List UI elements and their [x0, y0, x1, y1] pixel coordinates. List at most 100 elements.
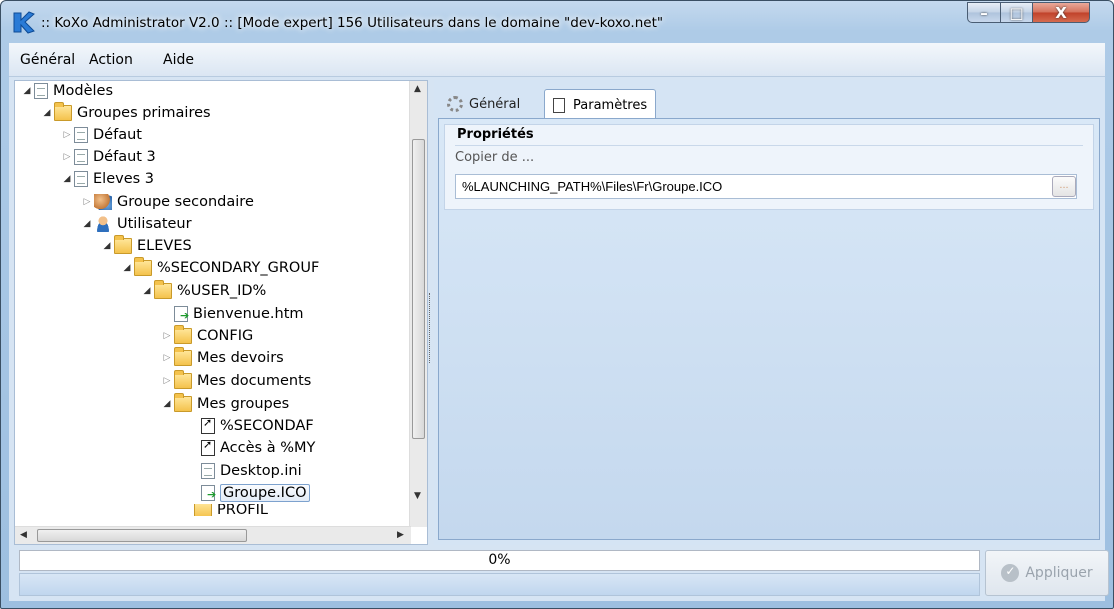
collapse-icon[interactable]: ◢: [41, 108, 53, 118]
tree-node[interactable]: ▷ Mes documents: [161, 370, 311, 392]
tree-node[interactable]: ◢ %SECONDARY_GROUF: [121, 257, 319, 279]
tree-node-selected[interactable]: Groupe.ICO: [201, 482, 310, 504]
menu-aide[interactable]: Aide: [163, 52, 194, 68]
minimize-button[interactable]: –: [967, 2, 1001, 23]
browse-button[interactable]: ...: [1052, 176, 1076, 197]
collapse-icon[interactable]: ◢: [141, 286, 153, 296]
tree-node-label: Mes documents: [197, 373, 312, 389]
folder-icon: [174, 325, 192, 344]
tab-general[interactable]: Général: [439, 90, 528, 118]
tree-node-label: Modèles: [53, 83, 114, 99]
tree-node[interactable]: ▷ Mes devoirs: [161, 347, 284, 369]
check-icon: [1001, 564, 1020, 582]
expand-icon[interactable]: ▷: [61, 130, 73, 140]
tree-node[interactable]: ◢ Mes groupes: [161, 393, 289, 415]
tree-node[interactable]: ◢ Modèles: [21, 81, 114, 102]
collapse-icon[interactable]: ◢: [61, 174, 73, 184]
tree-node[interactable]: Bienvenue.htm: [174, 303, 304, 325]
folder-icon: [54, 102, 72, 121]
collapse-icon[interactable]: ◢: [21, 86, 33, 96]
apply-button-label: Appliquer: [1025, 565, 1093, 581]
menu-action-label: Action: [89, 52, 133, 68]
gear-icon: [447, 96, 463, 112]
tree-node[interactable]: ◢ ELEVES: [101, 235, 192, 257]
apply-button[interactable]: Appliquer: [985, 550, 1109, 596]
expand-icon[interactable]: ▷: [161, 353, 173, 363]
tree-node-label: Groupes primaires: [77, 105, 211, 121]
menu-bar: Général Action Aide: [9, 43, 1105, 77]
close-button[interactable]: X: [1032, 2, 1090, 23]
tree-node[interactable]: ▷ CONFIG: [161, 325, 253, 347]
tree-horizontal-scrollbar[interactable]: ◀ ▶: [15, 526, 411, 544]
maximize-button[interactable]: □: [1000, 2, 1033, 23]
tree-node[interactable]: ◢ Eleves 3: [61, 168, 154, 190]
scroll-up-icon[interactable]: ▲: [414, 84, 421, 94]
group-icon: [94, 194, 112, 210]
tree-node[interactable]: ◢ Groupes primaires: [41, 102, 211, 124]
document-icon: [74, 149, 88, 165]
collapse-icon[interactable]: ◢: [121, 263, 133, 273]
progress-bar: 0%: [19, 550, 980, 571]
tree-node[interactable]: ▷ Défaut: [61, 124, 142, 146]
folder-icon: [174, 370, 192, 389]
tree-node[interactable]: Accès à %MY: [201, 437, 315, 459]
template-tree[interactable]: ◢ Modèles ◢ Groupes primaires ▷ Défaut ▷ Déf…: [14, 80, 428, 545]
tree-node-label: Groupe.ICO: [220, 484, 310, 502]
shortcut-icon: [201, 416, 215, 434]
scroll-right-icon[interactable]: ▶: [397, 530, 404, 540]
menu-aide-label: Aide: [163, 52, 194, 68]
tree-vertical-scroll-thumb[interactable]: [412, 139, 425, 439]
tree-vertical-scrollbar[interactable]: ▲ ▼: [409, 81, 427, 527]
expand-icon[interactable]: ▷: [161, 376, 173, 386]
collapse-icon[interactable]: ◢: [161, 399, 173, 409]
close-icon: X: [1055, 3, 1067, 22]
menu-general[interactable]: Général: [20, 52, 75, 68]
source-path-value: %LAUNCHING_PATH%\Files\Fr\Groupe.ICO: [462, 179, 723, 194]
tree-node-label: ELEVES: [137, 238, 192, 254]
expand-icon[interactable]: ▷: [61, 152, 73, 162]
tree-horizontal-scroll-thumb[interactable]: [37, 529, 247, 542]
tree-node-label: PROFIL: [217, 504, 268, 516]
tab-parametres-label: Paramètres: [573, 97, 648, 113]
app-window: :: KoXo Administrator V2.0 :: [Mode expe…: [0, 0, 1114, 609]
tree-node[interactable]: PROFIL: [181, 504, 268, 516]
tree-node-label: Accès à %MY: [220, 440, 316, 456]
tree-node-label: %SECONDARY_GROUF: [157, 260, 320, 276]
progress-text: 0%: [488, 552, 511, 568]
ini-file-icon: [201, 463, 215, 479]
source-path-field[interactable]: %LAUNCHING_PATH%\Files\Fr\Groupe.ICO ...: [455, 174, 1077, 199]
tree-node[interactable]: ▷ Groupe secondaire: [81, 191, 254, 213]
expand-icon[interactable]: ▷: [161, 331, 173, 341]
panel-splitter[interactable]: [429, 293, 432, 363]
page-icon: [553, 97, 565, 113]
scroll-left-icon[interactable]: ◀: [20, 530, 27, 540]
folder-icon: [174, 347, 192, 366]
folder-icon: [114, 235, 132, 254]
tree-node[interactable]: ◢ Utilisateur: [81, 213, 192, 235]
window-title: :: KoXo Administrator V2.0 :: [Mode expe…: [41, 15, 664, 31]
client-area: Général Action Aide ◢ Modèles ◢ Groupes pr…: [9, 43, 1109, 601]
properties-title: Propriétés: [457, 127, 534, 142]
user-icon: [94, 216, 112, 232]
properties-divider: [455, 145, 1083, 146]
menu-action[interactable]: Action: [89, 52, 133, 68]
status-bar: [19, 573, 980, 596]
folder-icon: [174, 393, 192, 412]
tree-node[interactable]: %SECONDAF: [201, 415, 314, 437]
tree-node[interactable]: Desktop.ini: [201, 460, 302, 482]
document-icon: [74, 171, 88, 187]
file-copy-icon: [174, 306, 189, 322]
tab-parametres[interactable]: Paramètres: [544, 89, 657, 120]
tab-general-label: Général: [469, 96, 521, 112]
tree-node[interactable]: ◢ %USER_ID%: [141, 280, 266, 302]
scroll-down-icon[interactable]: ▼: [414, 491, 421, 501]
collapse-icon[interactable]: ◢: [81, 219, 93, 229]
expand-icon[interactable]: ▷: [81, 197, 93, 207]
folder-icon: [134, 257, 152, 276]
tree-node[interactable]: ▷ Défaut 3: [61, 146, 156, 168]
title-bar[interactable]: :: KoXo Administrator V2.0 :: [Mode expe…: [1, 1, 1113, 43]
document-icon: [74, 127, 88, 143]
tree-node-label: Groupe secondaire: [117, 194, 254, 210]
menu-general-label: Général: [20, 52, 76, 68]
collapse-icon[interactable]: ◢: [101, 241, 113, 251]
